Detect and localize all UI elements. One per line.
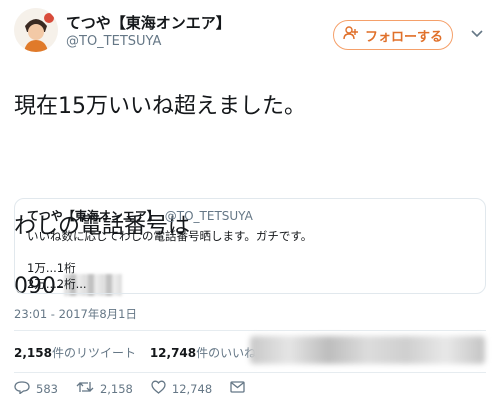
timestamp[interactable]: 23:01 - 2017年8月1日 [14, 306, 137, 322]
reply-count: 583 [36, 381, 58, 396]
like-count: 12,748 [171, 381, 213, 396]
add-user-icon [343, 26, 359, 44]
reply-icon [14, 380, 30, 397]
follow-label: フォローする [364, 29, 443, 45]
divider [14, 330, 486, 331]
likes-label: 件のいいね [196, 346, 257, 360]
retweet-button[interactable]: 2,158 [76, 380, 133, 397]
retweets-label: 件のリツイート [51, 346, 136, 360]
quoted-header: てつや【東海オンエア】 @TO_TETSUYA [27, 207, 473, 224]
liker-avatars [250, 336, 485, 364]
follow-button[interactable]: フォローする [333, 20, 453, 50]
author-handle[interactable]: @TO_TETSUYA [66, 34, 161, 49]
likes-stat[interactable]: 12,748件のいいね [150, 346, 256, 360]
like-button[interactable]: 12,748 [151, 380, 212, 397]
envelope-icon [230, 381, 245, 396]
quoted-tweet[interactable]: てつや【東海オンエア】 @TO_TETSUYA いいね数に応じてわしの電話番号晒し… [14, 198, 486, 294]
retweet-icon [76, 380, 94, 397]
avatar[interactable] [14, 8, 58, 52]
reply-button[interactable]: 583 [14, 380, 58, 397]
retweets-count: 2,158 [14, 346, 52, 360]
action-bar: 583 2,158 12,748 [14, 380, 263, 397]
retweets-stat[interactable]: 2,158件のリツイート [14, 346, 136, 360]
divider [14, 372, 486, 373]
quoted-author-handle: @TO_TETSUYA [164, 209, 253, 223]
chevron-down-icon[interactable] [470, 24, 484, 43]
author-name[interactable]: てつや【東海オンエア】 [66, 12, 231, 33]
retweet-count: 2,158 [99, 381, 133, 396]
quoted-text: いいね数に応じてわしの電話番号晒します。ガチです。 1万...1桁 2万...2… [27, 229, 313, 291]
likes-count: 12,748 [149, 346, 197, 360]
engagement-stats: 2,158件のリツイート 12,748件のいいね [14, 344, 256, 361]
heart-icon [151, 380, 166, 397]
tweet-line-1: 現在15万いいね超えました。 [14, 94, 306, 119]
direct-message-button[interactable] [230, 381, 245, 396]
quoted-author-name: てつや【東海オンエア】 [27, 209, 159, 223]
